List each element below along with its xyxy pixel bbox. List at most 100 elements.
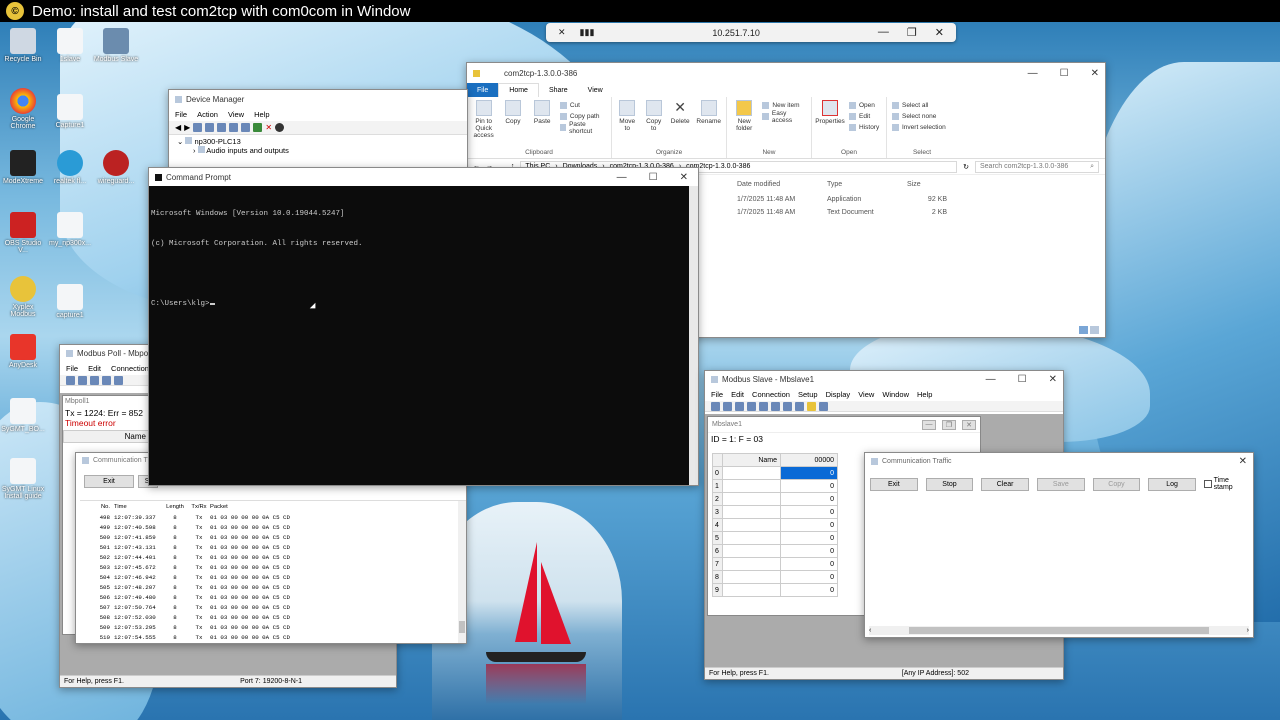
restore-icon[interactable]: ❐ bbox=[907, 26, 917, 39]
connect-icon[interactable] bbox=[771, 401, 780, 411]
file-row[interactable]: 1/7/2025 11:48 AM Text Document 2 KB bbox=[737, 206, 1105, 219]
traffic-row[interactable]: 506 12:07:49.480 8 Tx 01 03 00 00 00 0A C5 C… bbox=[80, 592, 460, 602]
close-button[interactable]: ✕ bbox=[1091, 68, 1099, 79]
help-icon[interactable] bbox=[807, 401, 816, 411]
menu-file[interactable]: File bbox=[711, 390, 723, 399]
save-icon[interactable] bbox=[90, 375, 99, 385]
menu-connection[interactable]: Connection bbox=[111, 364, 149, 373]
horizontal-scrollbar[interactable]: ‹ › bbox=[869, 626, 1249, 635]
uninstall-icon[interactable]: ✕ bbox=[265, 123, 272, 132]
refresh-icon[interactable]: ↻ bbox=[963, 163, 969, 171]
desktop-icon[interactable]: Capture1 bbox=[47, 94, 93, 129]
list-icon[interactable] bbox=[205, 123, 215, 132]
close-icon[interactable]: ✕ bbox=[935, 26, 944, 39]
connect-icon[interactable] bbox=[114, 375, 123, 385]
scroll-thumb[interactable] bbox=[459, 621, 465, 633]
pin-quick-access-button[interactable]: Pin to Quick access bbox=[472, 100, 495, 139]
details-view-icon[interactable] bbox=[1079, 326, 1088, 334]
tab-view[interactable]: View bbox=[578, 87, 613, 94]
traffic-row[interactable]: 501 12:07:43.131 8 Tx 01 03 00 00 00 0A C5 C… bbox=[80, 542, 460, 552]
menu-display[interactable]: Display bbox=[826, 390, 851, 399]
register-name-cell[interactable] bbox=[722, 583, 781, 597]
new-icon[interactable] bbox=[711, 401, 720, 411]
menu-edit[interactable]: Edit bbox=[88, 364, 101, 373]
traffic-row[interactable]: 509 12:07:53.295 8 Tx 01 03 00 00 00 0A C5 C… bbox=[80, 622, 460, 632]
menu-window[interactable]: Window bbox=[882, 390, 909, 399]
save-icon[interactable] bbox=[735, 401, 744, 411]
exit-button[interactable]: Exit bbox=[870, 477, 918, 491]
rename-button[interactable]: Rename bbox=[696, 100, 721, 132]
menu-action[interactable]: Action bbox=[197, 110, 218, 119]
close-button[interactable]: ✕ bbox=[1239, 456, 1247, 467]
close-button[interactable]: ✕ bbox=[962, 419, 976, 430]
desktop-icon[interactable]: Modbus Slave bbox=[93, 28, 139, 63]
paste-shortcut-button[interactable]: Paste shortcut bbox=[559, 121, 606, 135]
menu-file[interactable]: File bbox=[175, 110, 187, 119]
desktop-icon[interactable]: my_np300x... bbox=[47, 212, 93, 247]
desktop-icon[interactable]: Recycle Bin bbox=[0, 28, 46, 63]
desktop-icon[interactable]: OBS Studio V... bbox=[0, 212, 46, 254]
about-icon[interactable] bbox=[819, 401, 828, 411]
copy-to-button[interactable]: Copy to bbox=[643, 100, 663, 132]
register-row[interactable]: 00 bbox=[712, 466, 838, 480]
traffic-row[interactable]: 499 12:07:40.598 8 Tx 01 03 00 00 00 0A C5 C… bbox=[80, 522, 460, 532]
print-icon[interactable] bbox=[747, 401, 756, 411]
minimize-button[interactable]: — bbox=[617, 172, 627, 183]
open-button[interactable]: Open bbox=[849, 100, 879, 111]
open-icon[interactable] bbox=[723, 401, 732, 411]
register-row[interactable]: 80 bbox=[712, 570, 838, 584]
column-type[interactable]: Type bbox=[827, 181, 907, 188]
console-output[interactable]: Microsoft Windows [Version 10.0.19044.52… bbox=[149, 186, 698, 332]
desktop-icon[interactable]: SyGMT_BO... bbox=[0, 398, 46, 433]
desktop-icon[interactable]: realtek fl... bbox=[47, 150, 93, 185]
forward-icon[interactable]: ▶ bbox=[184, 123, 190, 132]
column-size[interactable]: Size bbox=[907, 181, 947, 188]
minimize-button[interactable]: — bbox=[986, 374, 996, 385]
register-name-cell[interactable] bbox=[722, 479, 781, 493]
invert-selection-button[interactable]: Invert selection bbox=[892, 122, 952, 133]
traffic-row[interactable]: 508 12:07:52.030 8 Tx 01 03 00 00 00 0A C5 C… bbox=[80, 612, 460, 622]
desktop-icon[interactable]: wireguard... bbox=[93, 150, 139, 185]
scroll-thumb[interactable] bbox=[909, 627, 1209, 634]
register-row[interactable]: 60 bbox=[712, 544, 838, 558]
delete-button[interactable]: ✕ Delete bbox=[670, 100, 690, 132]
move-to-button[interactable]: Move to bbox=[617, 100, 637, 132]
register-value-cell[interactable]: 0 bbox=[780, 518, 838, 532]
pin-icon[interactable]: ✕ bbox=[558, 27, 566, 38]
register-row[interactable]: 30 bbox=[712, 505, 838, 519]
clear-button[interactable]: Clear bbox=[981, 477, 1029, 491]
menu-edit[interactable]: Edit bbox=[731, 390, 744, 399]
stop-button[interactable]: Stop bbox=[925, 477, 974, 491]
back-icon[interactable]: ◀ bbox=[175, 123, 181, 132]
traffic-row[interactable]: 502 12:07:44.401 8 Tx 01 03 00 00 00 0A C5 C… bbox=[80, 552, 460, 562]
traffic-row[interactable]: 500 12:07:41.859 8 Tx 01 03 00 00 00 0A C5 C… bbox=[80, 532, 460, 542]
scroll-right-icon[interactable]: › bbox=[1247, 627, 1249, 634]
maximize-button[interactable]: ☐ bbox=[1018, 374, 1027, 385]
traffic-icon[interactable] bbox=[795, 401, 804, 411]
tab-home[interactable]: Home bbox=[498, 83, 539, 97]
desktop-icon[interactable]: 1slave bbox=[47, 28, 93, 63]
register-name-cell[interactable] bbox=[722, 531, 781, 545]
checkbox-box[interactable] bbox=[1203, 480, 1212, 488]
desktop-icon[interactable]: Xyplex Modbus bbox=[0, 276, 46, 318]
menu-help[interactable]: Help bbox=[917, 390, 932, 399]
desktop-icon[interactable]: SyGMT Linux Install guide bbox=[0, 458, 46, 500]
register-value-cell[interactable]: 0 bbox=[780, 583, 838, 597]
tree-root[interactable]: ⌄ np300-PLC13 bbox=[177, 137, 459, 146]
print-icon[interactable] bbox=[102, 375, 111, 385]
register-row[interactable]: 20 bbox=[712, 492, 838, 506]
help-icon[interactable] bbox=[217, 123, 227, 132]
register-value-cell[interactable]: 0 bbox=[780, 492, 838, 506]
close-button[interactable]: ✕ bbox=[680, 172, 688, 183]
register-name-cell[interactable] bbox=[722, 570, 781, 584]
register-row[interactable]: 70 bbox=[712, 557, 838, 571]
tab-share[interactable]: Share bbox=[539, 87, 578, 94]
register-name-cell[interactable] bbox=[722, 518, 781, 532]
time-stamp-checkbox[interactable]: Time stamp bbox=[1203, 477, 1248, 491]
open-icon[interactable] bbox=[78, 375, 87, 385]
minimize-button[interactable]: — bbox=[922, 419, 936, 430]
register-name-cell[interactable] bbox=[722, 466, 781, 480]
log-button[interactable]: Log bbox=[1148, 477, 1196, 491]
driver-icon[interactable] bbox=[229, 123, 239, 132]
search-input[interactable]: Search com2tcp-1.3.0.0-386 ⌕ bbox=[975, 160, 1099, 173]
